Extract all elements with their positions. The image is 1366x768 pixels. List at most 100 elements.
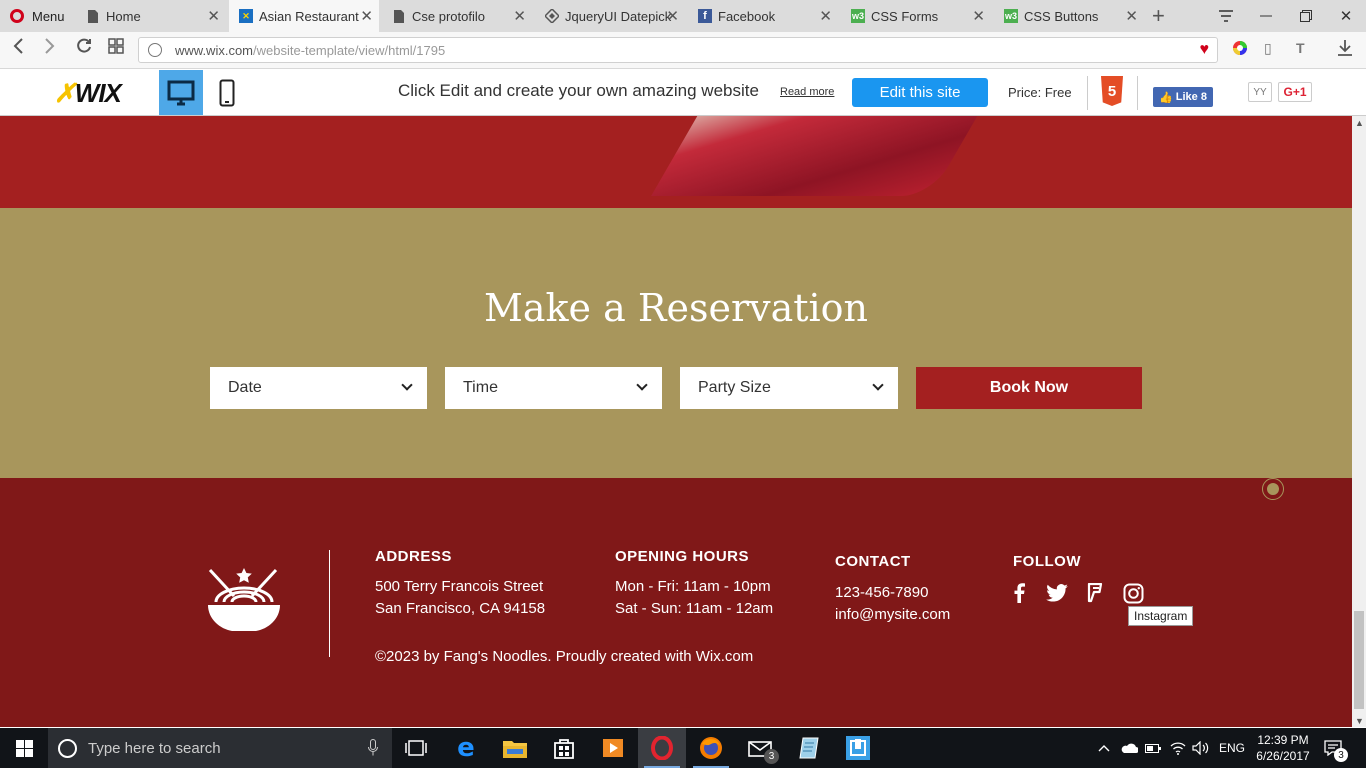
clock-time: 12:39 PM [1257, 733, 1309, 747]
windows-start-button[interactable] [0, 728, 48, 768]
screen: Menu Home ✕ ✕ Asian Restaurant W ✕ Cse p… [0, 0, 1366, 768]
google-plus-button[interactable]: G+1 [1278, 82, 1312, 102]
tab-title: Cse protofilo [412, 8, 485, 24]
taskbar-clock[interactable]: 12:39 PM 6/26/2017 [1246, 732, 1320, 764]
thumbs-up-icon: 👍 [1159, 91, 1173, 104]
book-now-button[interactable]: Book Now [916, 367, 1142, 409]
snapshot-icon[interactable]: ▯ [1264, 40, 1272, 57]
text-tool-icon[interactable]: T [1296, 40, 1305, 56]
new-tab-icon[interactable]: + [1152, 3, 1165, 29]
tab-cse-protofilo[interactable]: Cse protofilo ✕ [382, 0, 532, 32]
close-icon[interactable]: ✕ [360, 7, 373, 25]
wix-favicon-icon: ✕ [239, 9, 253, 23]
email-link[interactable]: info@mysite.com [835, 606, 950, 623]
close-window-icon[interactable]: ✕ [1326, 0, 1366, 32]
task-view-icon[interactable] [392, 728, 440, 768]
wix-spark-icon: ✗ [54, 78, 76, 108]
tab-list-icon[interactable] [1206, 0, 1246, 32]
app-window-icon[interactable] [834, 728, 882, 768]
copyright-text: ©2023 by Fang's Noodles. Proudly created… [375, 648, 754, 665]
back-icon[interactable] [12, 38, 24, 59]
minimize-icon[interactable] [1246, 0, 1286, 32]
jquery-favicon-icon [545, 9, 559, 23]
facebook-icon[interactable] [1008, 582, 1030, 604]
tab-title: Asian Restaurant W [259, 8, 359, 24]
mobile-icon [219, 79, 235, 107]
tab-facebook[interactable]: f Facebook ✕ [688, 0, 838, 32]
tab-home[interactable]: Home ✕ [76, 0, 226, 32]
facebook-like-button[interactable]: 👍 Like 8 [1153, 87, 1213, 107]
mobile-view-button[interactable] [216, 78, 238, 108]
foursquare-icon[interactable] [1084, 582, 1106, 604]
language-indicator[interactable]: ENG [1219, 728, 1245, 768]
instagram-icon[interactable] [1122, 582, 1144, 604]
file-explorer-icon[interactable] [491, 728, 539, 768]
scroll-up-icon[interactable]: ▲ [1355, 118, 1364, 128]
taskbar-search-input[interactable]: Type here to search [48, 728, 392, 768]
reservation-section: Make a Reservation Date Time Party Size … [0, 208, 1352, 478]
address-heading: ADDRESS [375, 548, 452, 565]
contact-heading: CONTACT [835, 553, 911, 570]
store-icon[interactable] [540, 728, 588, 768]
footer: ADDRESS 500 Terry Francois Street San Fr… [0, 478, 1352, 727]
close-icon[interactable]: ✕ [207, 7, 220, 25]
close-icon[interactable]: ✕ [819, 7, 832, 25]
close-icon[interactable]: ✕ [666, 7, 679, 25]
chevron-down-icon [636, 379, 648, 391]
wix-logo[interactable]: ✗WIX [54, 78, 122, 109]
forward-icon[interactable] [44, 38, 56, 59]
notification-badge: 3 [1334, 748, 1348, 762]
onedrive-icon[interactable] [1120, 728, 1138, 768]
opera-menu-button[interactable]: Menu [0, 0, 74, 32]
time-select[interactable]: Time [445, 367, 662, 409]
globe-icon [148, 43, 162, 57]
tab-asian-restaurant[interactable]: ✕ Asian Restaurant W ✕ [229, 0, 379, 32]
restore-icon[interactable] [1286, 0, 1326, 32]
color-picker-icon[interactable] [1232, 40, 1248, 59]
time-placeholder: Time [463, 379, 498, 396]
url-path: /website-template/view/html/1795 [253, 42, 446, 58]
noodle-bowl-logo [208, 568, 280, 631]
download-icon[interactable] [1338, 40, 1352, 59]
notepad-icon[interactable] [785, 728, 833, 768]
tab-title: Facebook [718, 8, 776, 24]
close-icon[interactable]: ✕ [513, 7, 526, 25]
volume-icon[interactable] [1192, 728, 1210, 768]
media-player-icon[interactable] [589, 728, 637, 768]
address-bar: www.wix.com/website-template/view/html/1… [0, 32, 1366, 69]
date-select[interactable]: Date [210, 367, 427, 409]
scroll-down-icon[interactable]: ▼ [1355, 716, 1364, 726]
tab-jqueryui-datepicker[interactable]: JqueryUI Datepick ✕ [535, 0, 685, 32]
hours-line: Sat - Sun: 11am - 12am [615, 600, 774, 617]
tab-css-forms[interactable]: w3 CSS Forms ✕ [841, 0, 991, 32]
microphone-icon[interactable] [368, 739, 378, 760]
wifi-icon[interactable] [1170, 728, 1186, 768]
desktop-view-button[interactable] [159, 70, 203, 115]
twitter-icon[interactable] [1046, 582, 1068, 604]
edge-icon[interactable]: e [442, 728, 490, 768]
w3schools-favicon-icon: w3 [851, 9, 865, 23]
url-input[interactable]: www.wix.com/website-template/view/html/1… [138, 37, 1218, 63]
heart-icon[interactable]: ♥ [1200, 41, 1210, 59]
windows-taskbar: Type here to search e 3 ENG 12:39 PM 6/2… [0, 728, 1366, 768]
battery-icon[interactable] [1145, 728, 1161, 768]
mail-icon[interactable]: 3 [736, 728, 784, 768]
close-icon[interactable]: ✕ [1125, 7, 1138, 25]
read-more-link[interactable]: Read more [780, 86, 834, 98]
page-scrollbar[interactable]: ▲ ▼ [1352, 116, 1366, 727]
facebook-favicon-icon: f [698, 9, 712, 23]
edit-this-site-button[interactable]: Edit this site [852, 78, 988, 107]
yy-button[interactable]: YY [1248, 82, 1272, 102]
firefox-icon[interactable] [687, 728, 735, 768]
tab-css-buttons[interactable]: w3 CSS Buttons ✕ [994, 0, 1144, 32]
show-hidden-icons[interactable] [1098, 728, 1110, 768]
opera-taskbar-icon[interactable] [638, 728, 686, 768]
close-icon[interactable]: ✕ [972, 7, 985, 25]
party-size-select[interactable]: Party Size [680, 367, 898, 409]
scroll-top-button[interactable] [1262, 478, 1284, 500]
reload-icon[interactable] [76, 38, 92, 59]
speed-dial-icon[interactable] [108, 38, 124, 59]
action-center-icon[interactable]: 3 [1324, 728, 1348, 768]
tab-title: CSS Buttons [1024, 8, 1099, 24]
scrollbar-thumb[interactable] [1354, 611, 1364, 709]
